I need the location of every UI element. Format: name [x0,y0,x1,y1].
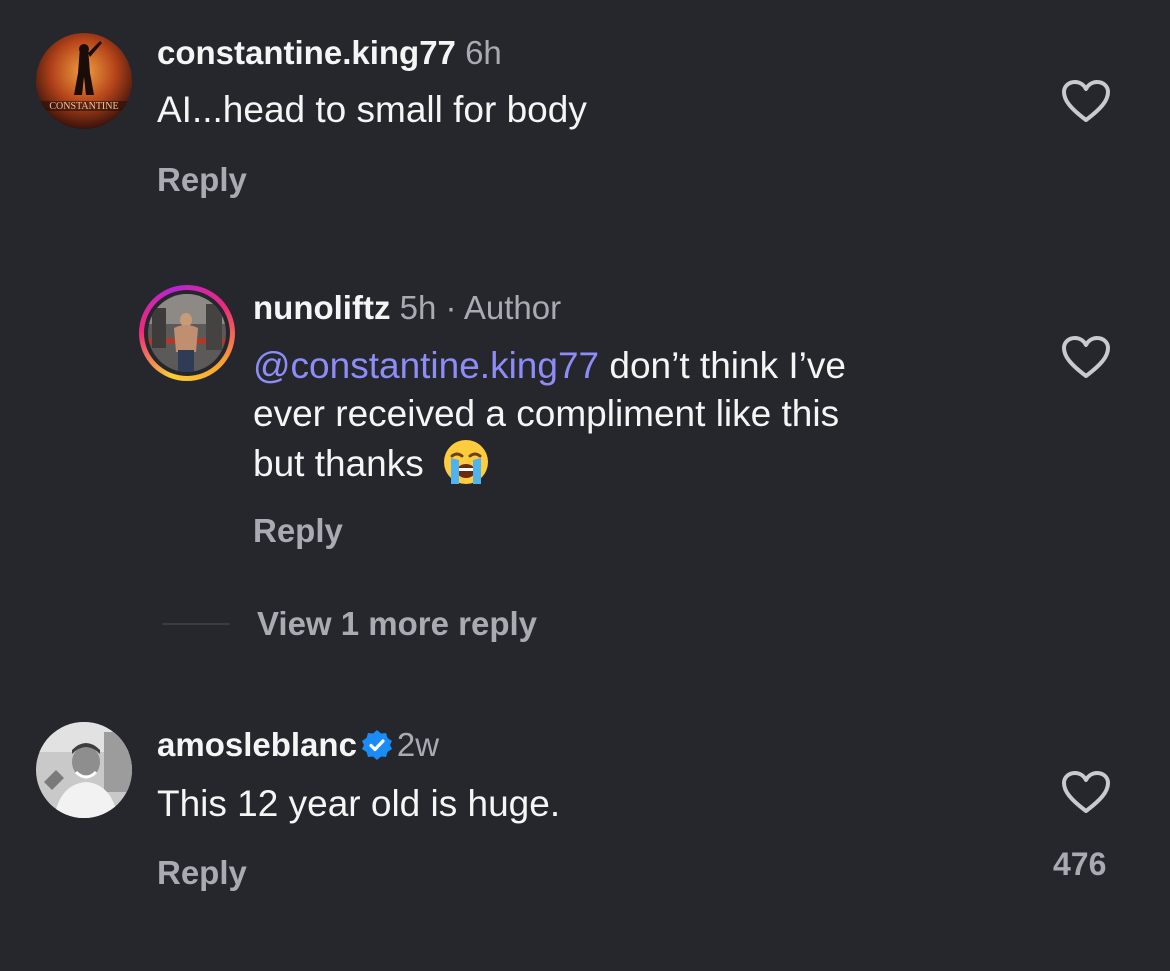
reply-button[interactable]: Reply [157,853,247,893]
timestamp: 5h [399,289,437,326]
reply-button[interactable]: Reply [253,511,343,551]
view-more-replies-button[interactable]: View 1 more reply [257,604,537,644]
text-line: don’t think I’ve [599,345,846,386]
text-line: but thanks [253,443,435,484]
verified-badge-icon [361,730,392,760]
svg-text:CONSTANTINE: CONSTANTINE [49,101,118,112]
comment-text: @constantine.king77 don’t think I’ve eve… [253,342,1033,488]
loudly-crying-face-icon [444,440,489,484]
author-tag: · Author [445,289,562,326]
heart-outline-icon[interactable] [1060,769,1112,815]
avatar[interactable] [36,722,132,818]
heart-outline-icon[interactable] [1060,334,1112,380]
avatar [148,294,226,372]
timestamp: 2w [396,726,440,763]
text-line: ever received a compliment like this [253,393,840,434]
heart-outline-icon[interactable] [1060,78,1112,124]
avatar-story-ring[interactable] [139,285,235,381]
comment-header: nunoliftz 5h · Author [253,288,561,328]
comment-header: constantine.king77 6h [157,33,502,73]
mention-link[interactable]: @constantine.king77 [253,345,599,386]
like-count: 476 [1053,846,1107,882]
comment-header: amosleblanc 2w [157,725,439,765]
username[interactable]: constantine.king77 [157,34,456,71]
username[interactable]: amosleblanc [157,726,357,763]
reply-button[interactable]: Reply [157,160,247,200]
divider [162,623,230,625]
comment-text: AI...head to small for body [157,89,587,130]
comment-text: This 12 year old is huge. [157,783,561,824]
timestamp: 6h [465,34,502,71]
avatar[interactable]: CONSTANTINE [36,33,132,129]
username[interactable]: nunoliftz [253,289,390,326]
